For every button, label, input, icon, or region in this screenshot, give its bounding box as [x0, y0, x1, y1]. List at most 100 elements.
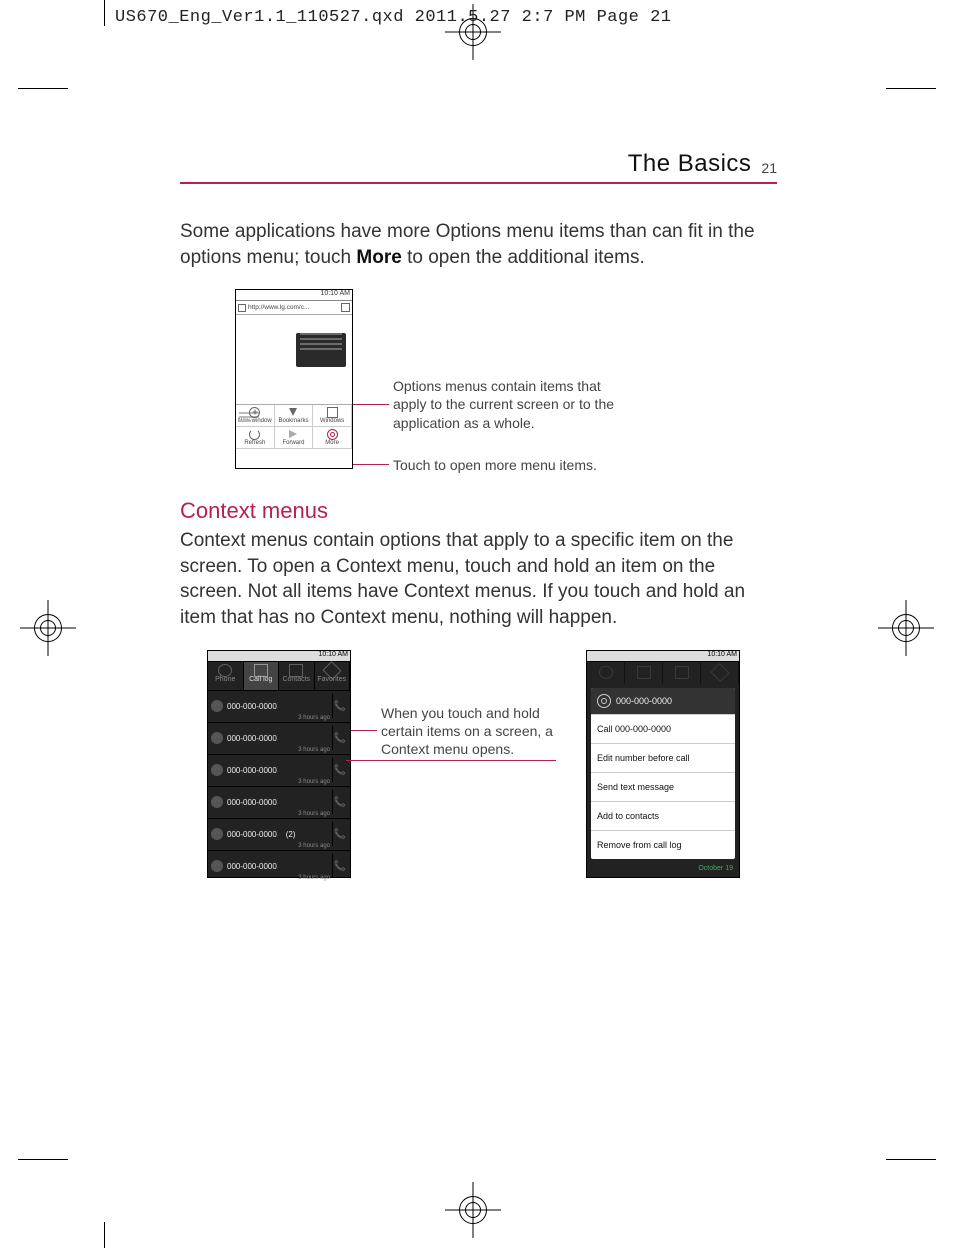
page-popup: [296, 333, 346, 367]
dimmed-tabs: [587, 662, 739, 684]
phone-icon: 📞: [332, 694, 347, 718]
status-time: 10:10 AM: [320, 290, 350, 297]
option-forward: Forward: [275, 427, 314, 449]
annotation-options-text: Options menus contain items that apply t…: [393, 377, 618, 432]
annotation-more-touch-text: Touch to open more menu items.: [393, 456, 597, 474]
context-menu-panel: 000-000-0000 Call 000-000-0000 Edit numb…: [591, 688, 735, 859]
manual-page: US670_Eng_Ver1.1_110527.qxd 2011.5.27 2:…: [0, 0, 954, 1248]
page-number: 21: [761, 160, 777, 176]
leader-line: [353, 404, 389, 405]
annotation-row: Options menus contain items that apply t…: [353, 377, 618, 432]
context-menu-item: Remove from call log: [591, 830, 735, 859]
context-title-number: 000-000-0000: [616, 696, 672, 706]
tab-call-log: Call log: [244, 662, 280, 690]
crop-mark: [886, 88, 936, 89]
call-log-screenshot: 10:10 AM Phone Call log Contacts Favorit…: [207, 650, 351, 878]
options-menu-grid: New window Bookmarks Windows Refresh For…: [236, 404, 352, 449]
call-time: 3 hours ago: [298, 715, 330, 721]
tab-label: Phone: [215, 676, 235, 683]
context-footer-date: October 19: [587, 863, 739, 874]
tab-label: Call log: [249, 676, 272, 683]
contacts-icon: [289, 664, 303, 677]
call-direction-icon: [211, 860, 223, 872]
annotation-row: Touch to open more menu items.: [353, 456, 618, 474]
call-number: 000-000-0000: [227, 702, 332, 711]
page-icon: [238, 304, 246, 312]
call-direction-icon: [211, 796, 223, 808]
section-header-row: The Basics 21: [180, 150, 777, 184]
phone-icon: 📞: [332, 854, 347, 878]
call-direction-icon: [211, 828, 223, 840]
list-icon: [637, 666, 651, 679]
status-bar: 10:10 AM: [208, 651, 350, 662]
context-menu-item: Call 000-000-0000: [591, 714, 735, 743]
tab-phone-dim: [587, 662, 625, 684]
registration-mark: [888, 610, 924, 646]
crop-mark: [104, 1222, 105, 1248]
call-direction-icon: [211, 764, 223, 776]
call-number: 000-000-0000: [227, 862, 332, 871]
registration-mark: [455, 1192, 491, 1228]
call-log-entry: 000-000-0000 3 hours ago📞: [208, 850, 350, 882]
tab-label: Contacts: [282, 676, 310, 683]
bookmark-toggle-icon: [341, 303, 350, 312]
forward-arrow-icon: [289, 430, 297, 438]
call-number: 000-000-0000 (2): [227, 830, 332, 839]
call-time: 3 hours ago: [298, 875, 330, 881]
more-circle-icon: [327, 429, 338, 440]
crop-mark: [886, 1159, 936, 1160]
browser-viewport: [236, 333, 352, 404]
intro-text-2: to open the additional items.: [402, 247, 645, 268]
tab-favorites-dim: [701, 662, 739, 684]
print-file-header: US670_Eng_Ver1.1_110527.qxd 2011.5.27 2:…: [115, 8, 672, 27]
option-label: Forward: [282, 440, 304, 446]
phone-icon: 📞: [332, 790, 347, 814]
browser-url-bar: http://www.lg.com/c...: [236, 301, 352, 315]
crop-mark: [18, 88, 68, 89]
crop-mark: [104, 0, 105, 26]
option-label: Refresh: [244, 440, 265, 446]
call-direction-icon: [211, 732, 223, 744]
option-refresh: Refresh: [236, 427, 275, 449]
section-title: The Basics: [628, 150, 752, 178]
status-bar: 10:10 AM: [587, 651, 739, 662]
leader-line: [351, 730, 377, 731]
context-menu-item: Add to contacts: [591, 801, 735, 830]
leader-line: [353, 464, 389, 465]
call-log-entry: 000-000-0000 3 hours ago📞: [208, 786, 350, 818]
content-column: Some applications have more Options menu…: [180, 200, 777, 878]
context-menu-screenshot: 10:10 AM 000-000-0000 Call 000-000-0000 …: [586, 650, 740, 878]
tab-call-log-dim: [625, 662, 663, 684]
call-number: 000-000-0000: [227, 798, 332, 807]
tab-contacts-dim: [663, 662, 701, 684]
status-bar: 10:10 AM: [236, 290, 352, 301]
phone-icon: 📞: [332, 758, 347, 782]
leader-line-to-context: [346, 760, 556, 761]
context-menus-paragraph: Context menus contain options that apply…: [180, 528, 777, 631]
clock-icon: [218, 664, 232, 677]
heading-context-menus: Context menus: [180, 498, 777, 524]
crop-mark: [18, 1159, 68, 1160]
option-more: More: [313, 427, 352, 449]
figure-options-menu: 10:10 AM http://www.lg.com/c... New wind…: [235, 289, 777, 474]
intro-more-label: More: [356, 247, 401, 268]
call-log-entry: 000-000-0000 (2) 3 hours ago📞: [208, 818, 350, 850]
phone-icon: 📞: [332, 822, 347, 846]
status-time: 10:10 AM: [318, 651, 348, 658]
call-time: 3 hours ago: [298, 747, 330, 753]
tab-phone: Phone: [208, 662, 244, 690]
call-log-entry: 000-000-0000 3 hours ago📞: [208, 690, 350, 722]
call-number: 000-000-0000: [227, 734, 332, 743]
figure-context-menu: 10:10 AM Phone Call log Contacts Favorit…: [207, 650, 777, 878]
context-menu-item: Send text message: [591, 772, 735, 801]
call-time: 3 hours ago: [298, 843, 330, 849]
annotation-context-open-text: When you touch and hold certain items on…: [381, 704, 581, 759]
call-time: 3 hours ago: [298, 811, 330, 817]
refresh-icon: [249, 429, 260, 440]
call-log-entry: 000-000-00003 hours ago📞: [208, 722, 350, 754]
tab-favorites: Favorites: [315, 662, 351, 690]
context-menu-title: 000-000-0000: [591, 688, 735, 714]
call-log-entry: 000-000-00003 hours ago📞: [208, 754, 350, 786]
annotation-middle: When you touch and hold certain items on…: [351, 704, 581, 762]
annotation-column: Options menus contain items that apply t…: [353, 377, 618, 474]
